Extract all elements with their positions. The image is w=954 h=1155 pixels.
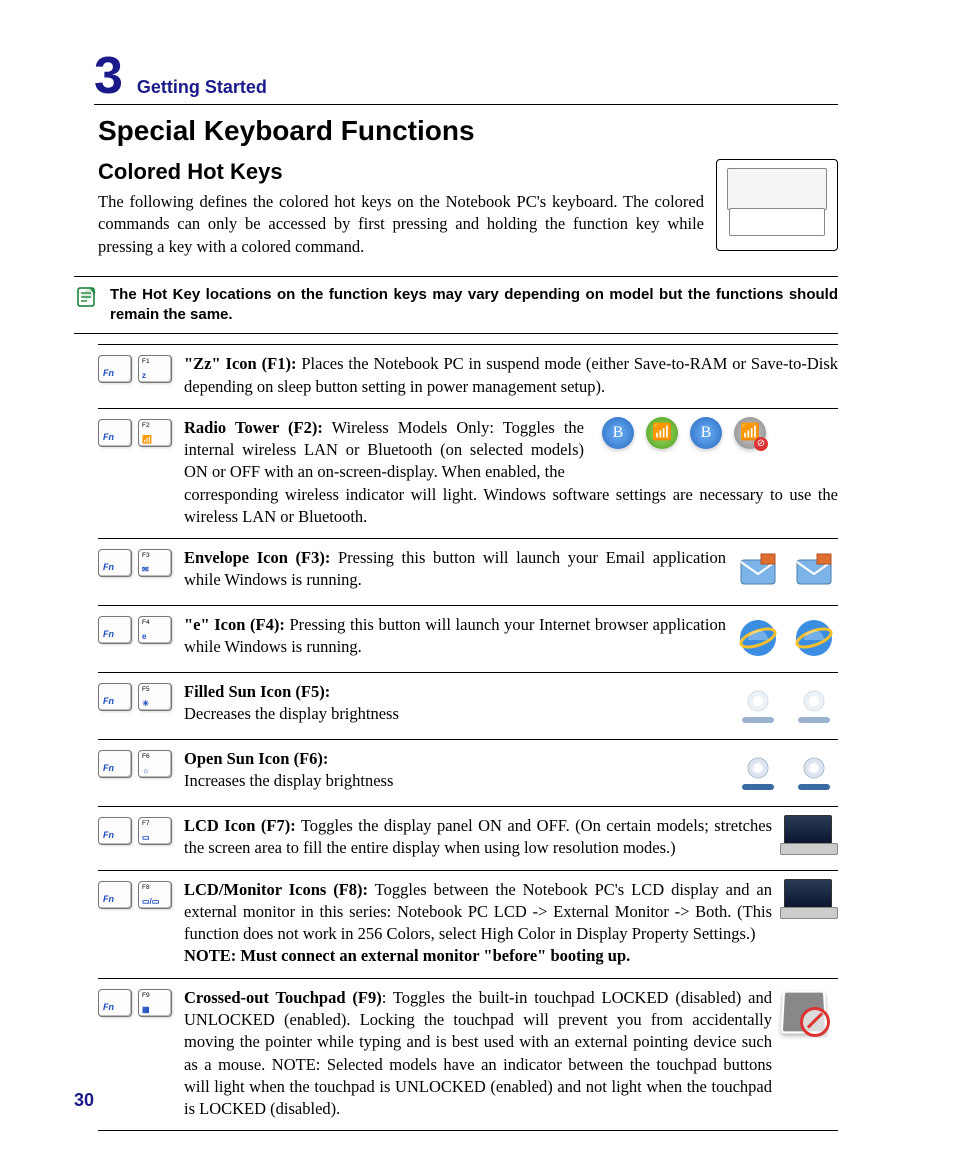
entry-note: NOTE: Must connect an external monitor "…	[184, 945, 772, 967]
key-combo: FnF4e	[98, 614, 176, 644]
intro-paragraph: The following defines the colored hot ke…	[98, 191, 704, 258]
hotkey-entry: FnF4e "e" Icon (F4): Pressing this button…	[98, 605, 838, 672]
entry-description: Radio Tower (F2): Wireless Models Only: …	[184, 417, 838, 528]
entry-body: : Toggles the built-in touchpad LOCKED (…	[184, 988, 772, 1118]
fn-key-icon: Fn	[98, 419, 132, 447]
fn-key-icon: Fn	[98, 616, 132, 644]
mail-icon	[734, 547, 782, 595]
sun-dim-icon	[734, 681, 782, 729]
entry-description: Filled Sun Icon (F5):Decreases the displ…	[184, 681, 726, 726]
hotkey-entry: FnF1z "Zz" Icon (F1): Places the Notebook…	[98, 344, 838, 408]
entry-body-part2: corresponding wireless indicator will li…	[184, 485, 838, 526]
entry-description: "e" Icon (F4): Pressing this button will…	[184, 614, 726, 659]
hotkey-entry: FnF6☼ Open Sun Icon (F6):Increases the di…	[98, 739, 838, 806]
fn-key-icon: Fn	[98, 817, 132, 845]
wireless-status-icons: B 📶 B 📶⊘	[602, 417, 766, 449]
fkey-icon: F7▭	[138, 817, 172, 845]
entry-description: Envelope Icon (F3): Pressing this button…	[184, 547, 726, 592]
fn-key-icon: Fn	[98, 881, 132, 909]
entry-lead: Open Sun Icon (F6):	[184, 748, 726, 770]
entry-lead: Envelope Icon (F3):	[184, 548, 330, 567]
note-icon	[74, 285, 100, 314]
chapter-header: 3 Getting Started	[94, 50, 838, 105]
entry-lead: "e" Icon (F4):	[184, 615, 285, 634]
entry-lead: LCD Icon (F7):	[184, 816, 296, 835]
key-combo: FnF5☀	[98, 681, 176, 711]
wlan-on-icon: 📶	[646, 417, 678, 449]
key-combo: FnF6☼	[98, 748, 176, 778]
ie-icon	[790, 614, 838, 662]
sun-bright-icon	[734, 748, 782, 796]
laptop-thumb	[780, 879, 838, 919]
note-callout: The Hot Key locations on the function ke…	[74, 276, 838, 335]
wlan-off-icon: 📶⊘	[734, 417, 766, 449]
fkey-icon: F5☀	[138, 683, 172, 711]
fkey-icon: F1z	[138, 355, 172, 383]
key-combo: FnF3✉	[98, 547, 176, 577]
entry-lead: Crossed-out Touchpad (F9)	[184, 988, 382, 1007]
fkey-icon: F3✉	[138, 549, 172, 577]
entry-lead: LCD/Monitor Icons (F8):	[184, 880, 368, 899]
fn-key-icon: Fn	[98, 549, 132, 577]
key-combo: FnF8▭/▭	[98, 879, 176, 909]
key-combo: FnF2📶	[98, 417, 176, 447]
entry-lead: Filled Sun Icon (F5):	[184, 681, 726, 703]
fkey-icon: F2📶	[138, 419, 172, 447]
note-text: The Hot Key locations on the function ke…	[110, 285, 838, 326]
page-number: 30	[74, 1090, 94, 1111]
hotkey-entry: FnF3✉ Envelope Icon (F3): Pressing this b…	[98, 538, 838, 605]
entry-description: LCD/Monitor Icons (F8): Toggles between …	[184, 879, 772, 968]
hotkey-entry: FnF9▦ Crossed-out Touchpad (F9): Toggles …	[98, 978, 838, 1132]
fkey-icon: F8▭/▭	[138, 881, 172, 909]
bluetooth-on-icon: B	[602, 417, 634, 449]
hotkey-entry: FnF2📶 Radio Tower (F2): Wireless Models O…	[98, 408, 838, 538]
fkey-icon: F9▦	[138, 989, 172, 1017]
entry-description: LCD Icon (F7): Toggles the display panel…	[184, 815, 772, 860]
key-combo: FnF1z	[98, 353, 176, 383]
hotkey-entry: FnF7▭ LCD Icon (F7): Toggles the display …	[98, 806, 838, 870]
fn-key-icon: Fn	[98, 989, 132, 1017]
fn-key-icon: Fn	[98, 750, 132, 778]
sun-dim-icon	[790, 681, 838, 729]
fkey-icon: F4e	[138, 616, 172, 644]
hotkey-list: FnF1z"Zz" Icon (F1): Places the Notebook…	[98, 344, 838, 1131]
key-combo: FnF7▭	[98, 815, 176, 845]
key-combo: FnF9▦	[98, 987, 176, 1017]
fn-key-icon: Fn	[98, 683, 132, 711]
entry-body: Decreases the display brightness	[184, 704, 399, 723]
mail-icon	[790, 547, 838, 595]
hotkey-entry: FnF5☀ Filled Sun Icon (F5):Decreases the …	[98, 672, 838, 739]
page-title: Special Keyboard Functions	[98, 115, 838, 147]
chapter-number: 3	[94, 50, 123, 102]
entry-description: Open Sun Icon (F6):Increases the display…	[184, 748, 726, 793]
entry-lead: Radio Tower (F2):	[184, 418, 323, 437]
section-heading: Colored Hot Keys	[98, 159, 704, 185]
sun-bright-icon	[790, 748, 838, 796]
entry-body: Increases the display brightness	[184, 771, 393, 790]
fn-key-icon: Fn	[98, 355, 132, 383]
entry-description: Crossed-out Touchpad (F9): Toggles the b…	[184, 987, 772, 1121]
laptop-thumb	[780, 815, 838, 855]
ie-icon	[734, 614, 782, 662]
fkey-icon: F6☼	[138, 750, 172, 778]
chapter-title: Getting Started	[137, 77, 267, 98]
entry-lead: "Zz" Icon (F1):	[184, 354, 296, 373]
touchpad-thumb	[780, 987, 838, 1035]
bluetooth-off-icon: B	[690, 417, 722, 449]
laptop-illustration	[716, 159, 838, 251]
entry-description: "Zz" Icon (F1): Places the Notebook PC i…	[184, 353, 838, 398]
hotkey-entry: FnF8▭/▭ LCD/Monitor Icons (F8): Toggles b…	[98, 870, 838, 978]
